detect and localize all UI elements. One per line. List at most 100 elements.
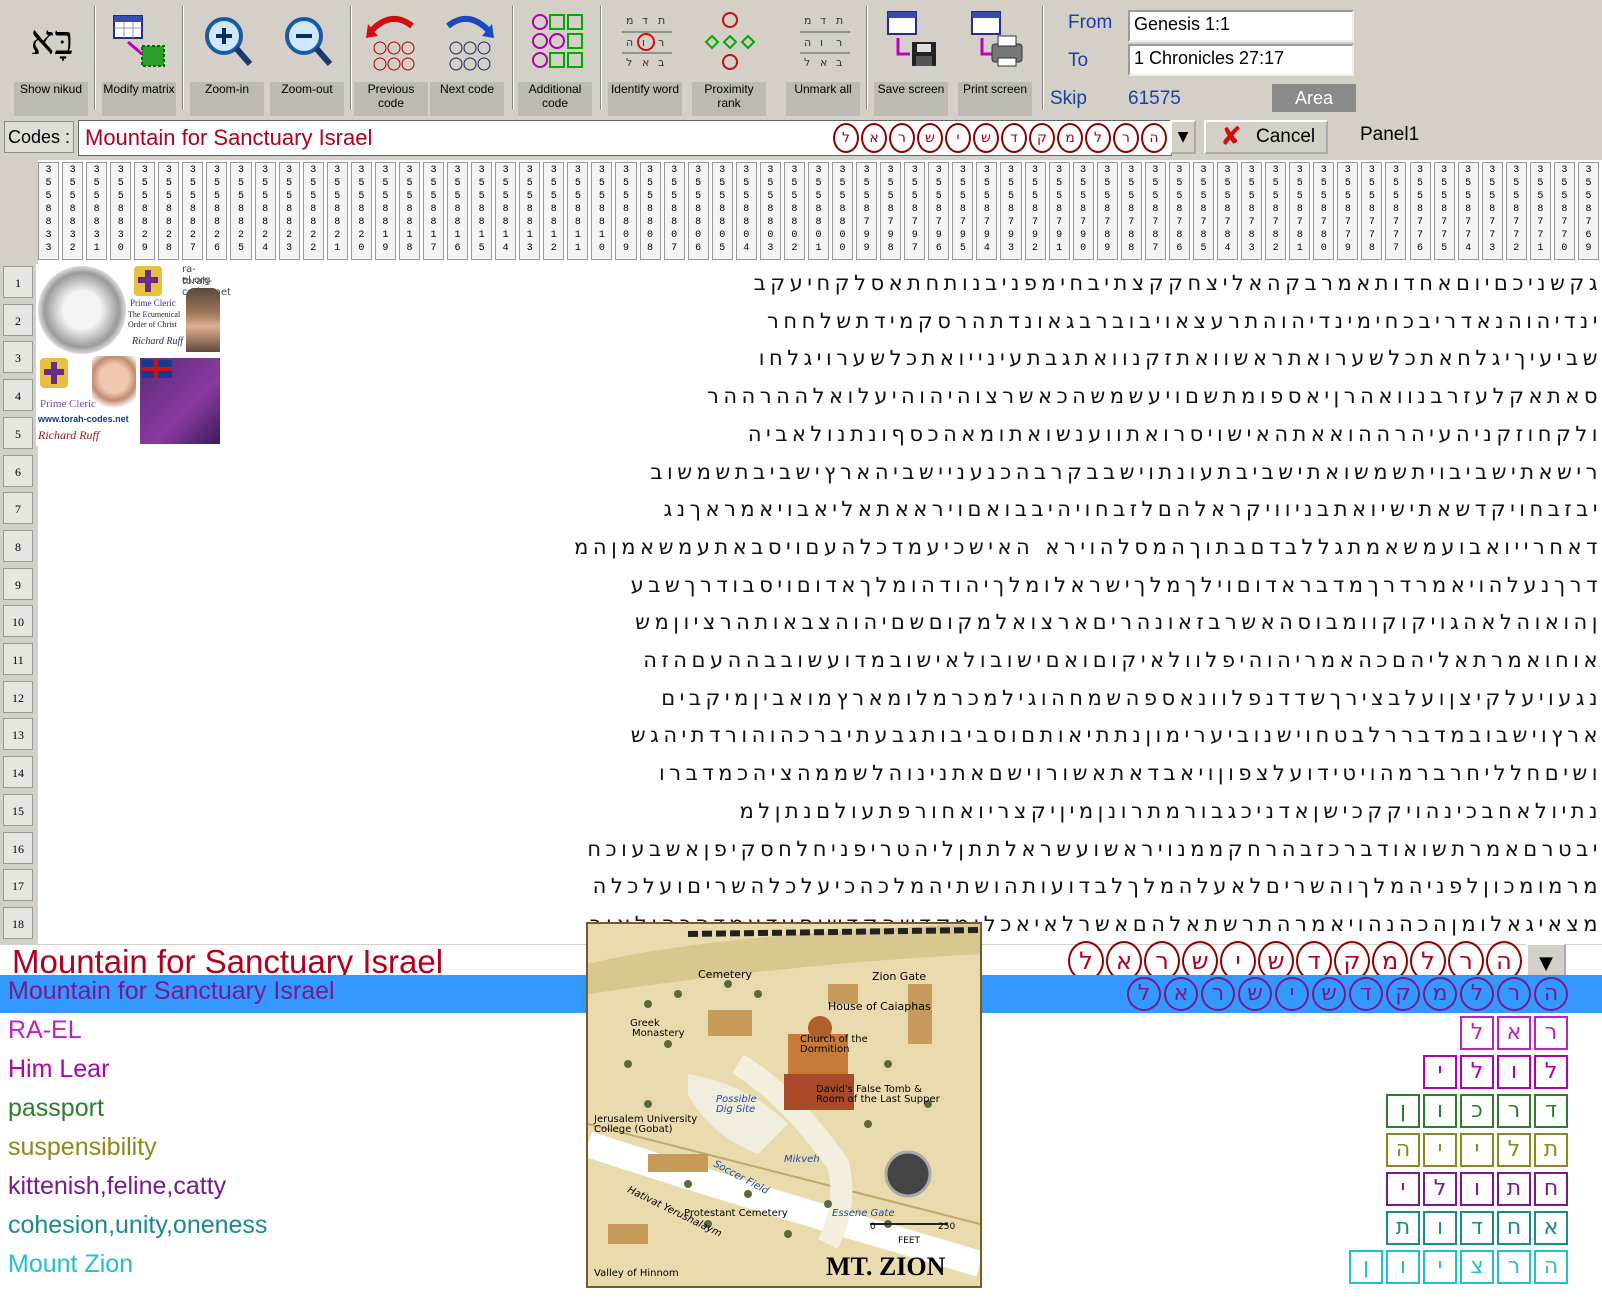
column-header-cell: 3 5 5 8 8 2 2 [302, 162, 324, 260]
zoom-in-button[interactable]: Zoom-in [188, 4, 266, 116]
column-header-cell: 3 5 5 8 7 7 6 [1409, 162, 1431, 260]
column-header-cell: 3 5 5 8 7 9 2 [1024, 162, 1046, 260]
mount-zion-map: Cemetery Zion Gate House of Caiaphas Gre… [586, 922, 982, 1288]
codes-value: Mountain for Sanctuary Israel [85, 125, 373, 150]
nikud-glyph: בָּא [30, 18, 74, 64]
row-number: 16 [3, 831, 33, 864]
column-header-cell: 3 5 5 8 8 2 6 [206, 162, 228, 260]
column-header-cell: 3 5 5 8 8 2 9 [134, 162, 156, 260]
codes-label: Codes : [4, 121, 74, 153]
row-number: 12 [3, 680, 33, 713]
svg-text:ר: ר [836, 36, 842, 49]
zoom-out-button[interactable]: Zoom-out [268, 4, 346, 116]
row-number: 7 [3, 492, 33, 525]
column-header-cell: 3 5 5 8 8 1 3 [519, 162, 541, 260]
svg-text:מ: מ [804, 14, 811, 27]
matrix-row: ולקחוזקניהעיהרההואאתהאישויסרואתווענשואתו… [747, 421, 1602, 446]
row-number: 8 [3, 529, 33, 562]
code-letter: ת [1386, 1211, 1420, 1245]
column-header-cell: 3 5 5 8 7 7 1 [1529, 162, 1551, 260]
from-field[interactable]: Genesis 1:1 [1128, 10, 1354, 42]
proximity-rank-button[interactable]: Proximity rank [690, 4, 768, 116]
column-header-cell: 3 5 5 8 8 3 0 [110, 162, 132, 260]
code-letter: א [861, 123, 887, 153]
save-disk-icon [887, 11, 936, 66]
matrix-row: דרךנעלהויאמרדרךמדבראדוםוילךמלךישראלומלךי… [630, 572, 1602, 597]
to-field[interactable]: 1 Chronicles 27:17 [1128, 44, 1354, 76]
code-letter: ר [1201, 977, 1235, 1011]
next-code-icon [446, 16, 494, 71]
column-header-cell: 3 5 5 8 8 2 5 [230, 162, 252, 260]
matrix-row: שביעיךיגלחאתכלשערואתראשוואתזקנוואתגבתעינ… [758, 346, 1602, 371]
show-nikud-button[interactable]: בָּא Show nikud [12, 4, 90, 116]
unmark-all-button[interactable]: מדתהורלאב Unmark all [784, 4, 862, 116]
code-letter: ן [1386, 1094, 1420, 1128]
code-letter: י [1423, 1055, 1457, 1089]
matrix-row: נגעויעלקיצןועלבצירךשדדנפלוונאספהשמחהוגיל… [661, 685, 1602, 710]
additional-code-button[interactable]: Additional code [516, 4, 594, 116]
code-letter: ר [1497, 977, 1531, 1011]
modify-matrix-button[interactable]: Modify matrix [100, 4, 178, 116]
svg-text:ה: ה [804, 36, 811, 49]
code-list-hebrew: אחדות [1383, 1211, 1568, 1245]
additional-code-icon [532, 14, 583, 68]
svg-text:ת: ת [658, 14, 665, 27]
column-header-cell: 3 5 5 8 7 9 4 [976, 162, 998, 260]
previous-code-button[interactable]: Previous code [352, 4, 430, 116]
portrait-image [186, 288, 220, 352]
code-letter: ר [1497, 1250, 1531, 1284]
column-header-cell: 3 5 5 8 8 2 8 [158, 162, 180, 260]
cancel-button[interactable]: ✘ Cancel [1204, 120, 1328, 154]
row-number: 2 [3, 303, 33, 336]
zoom-out-icon [285, 17, 333, 66]
code-list-label: Him Lear [8, 1055, 110, 1083]
code-letter: ח [1534, 1172, 1568, 1206]
matrix-row: סאתאקלעזרבנוואהרןיאספומתשםויעשמשהכאשרצוה… [706, 384, 1602, 409]
codes-combo[interactable]: Mountain for Sanctuary Israel הרלמקדשישר… [78, 120, 1172, 156]
matrix-row: נתיולאחבכינהויקקכישןאדניכגבורמתרונןמיןיק… [739, 798, 1602, 823]
column-header-cell: 3 5 5 8 7 8 7 [1144, 162, 1166, 260]
close-icon: ✘ [1220, 122, 1242, 152]
column-header-cell: 3 5 5 8 7 9 6 [928, 162, 950, 260]
code-letter: ל [1497, 1133, 1531, 1167]
letter-matrix[interactable]: גקשניכםיוםאחדותאמרבקהאליצחקקצתיבחימפניבנ… [38, 264, 1602, 944]
column-header-cell: 3 5 5 8 8 0 7 [663, 162, 685, 260]
code-letter: י [1386, 1172, 1420, 1206]
code-letter: ל [1460, 977, 1494, 1011]
print-screen-button[interactable]: Print screen [956, 4, 1034, 116]
next-code-button[interactable]: Next code [428, 4, 506, 116]
area-button[interactable]: Area [1272, 84, 1356, 112]
column-header-cell: 3 5 5 8 7 9 9 [856, 162, 878, 260]
matrix-row: ושיםחלליחרברמהויטידועלצפוןויאבדאתאשורויש… [659, 761, 1602, 786]
row-number: 10 [3, 605, 33, 638]
australia-map-image [140, 358, 220, 444]
printer-icon [971, 11, 1023, 67]
column-header-cell: 3 5 5 8 8 3 3 [38, 162, 60, 260]
column-header-cell: 3 5 5 8 7 8 2 [1265, 162, 1287, 260]
code-list-label: Mount Zion [8, 1250, 134, 1278]
row-number: 17 [3, 869, 33, 902]
code-letter: ל [1460, 1016, 1494, 1050]
code-list-label: suspensibility [8, 1133, 157, 1161]
chevron-down-icon[interactable]: ▼ [1170, 120, 1196, 154]
code-letter: ר [1113, 123, 1139, 153]
skip-label: Skip [1050, 88, 1087, 109]
panel-label: Panel1 [1360, 124, 1420, 145]
code-list-label: Mountain for Sanctuary Israel [8, 977, 335, 1005]
column-header-cell: 3 5 5 8 7 9 7 [904, 162, 926, 260]
save-screen-button[interactable]: Save screen [872, 4, 950, 116]
code-letter: ל [1460, 1055, 1494, 1089]
svg-text:ת: ת [836, 14, 843, 27]
column-header-cell: 3 5 5 8 7 7 7 [1385, 162, 1407, 260]
identify-word-button[interactable]: מדתהורלאב Identify word [606, 4, 684, 116]
column-header-cell: 3 5 5 8 7 7 3 [1481, 162, 1503, 260]
column-header-cell: 3 5 5 8 8 0 6 [687, 162, 709, 260]
column-header-cell: 3 5 5 8 7 8 1 [1289, 162, 1311, 260]
svg-text:ל: ל [626, 56, 632, 69]
column-header-cell: 3 5 5 8 8 0 1 [807, 162, 830, 260]
codes-list-panel: Mountain for Sanctuary Israel הרלמקדשישר… [0, 922, 1602, 1315]
matrix-row: יבזבחויקדשאתישיואתבניוויקראלהםלזבחויהיבב… [663, 497, 1602, 522]
column-header-cell: 3 5 5 8 7 9 3 [1000, 162, 1022, 260]
column-header-cell: 3 5 5 8 8 2 7 [182, 162, 204, 260]
toolbar: בָּא Show nikud Modify matrix Zoom-in Zo… [0, 0, 1602, 116]
